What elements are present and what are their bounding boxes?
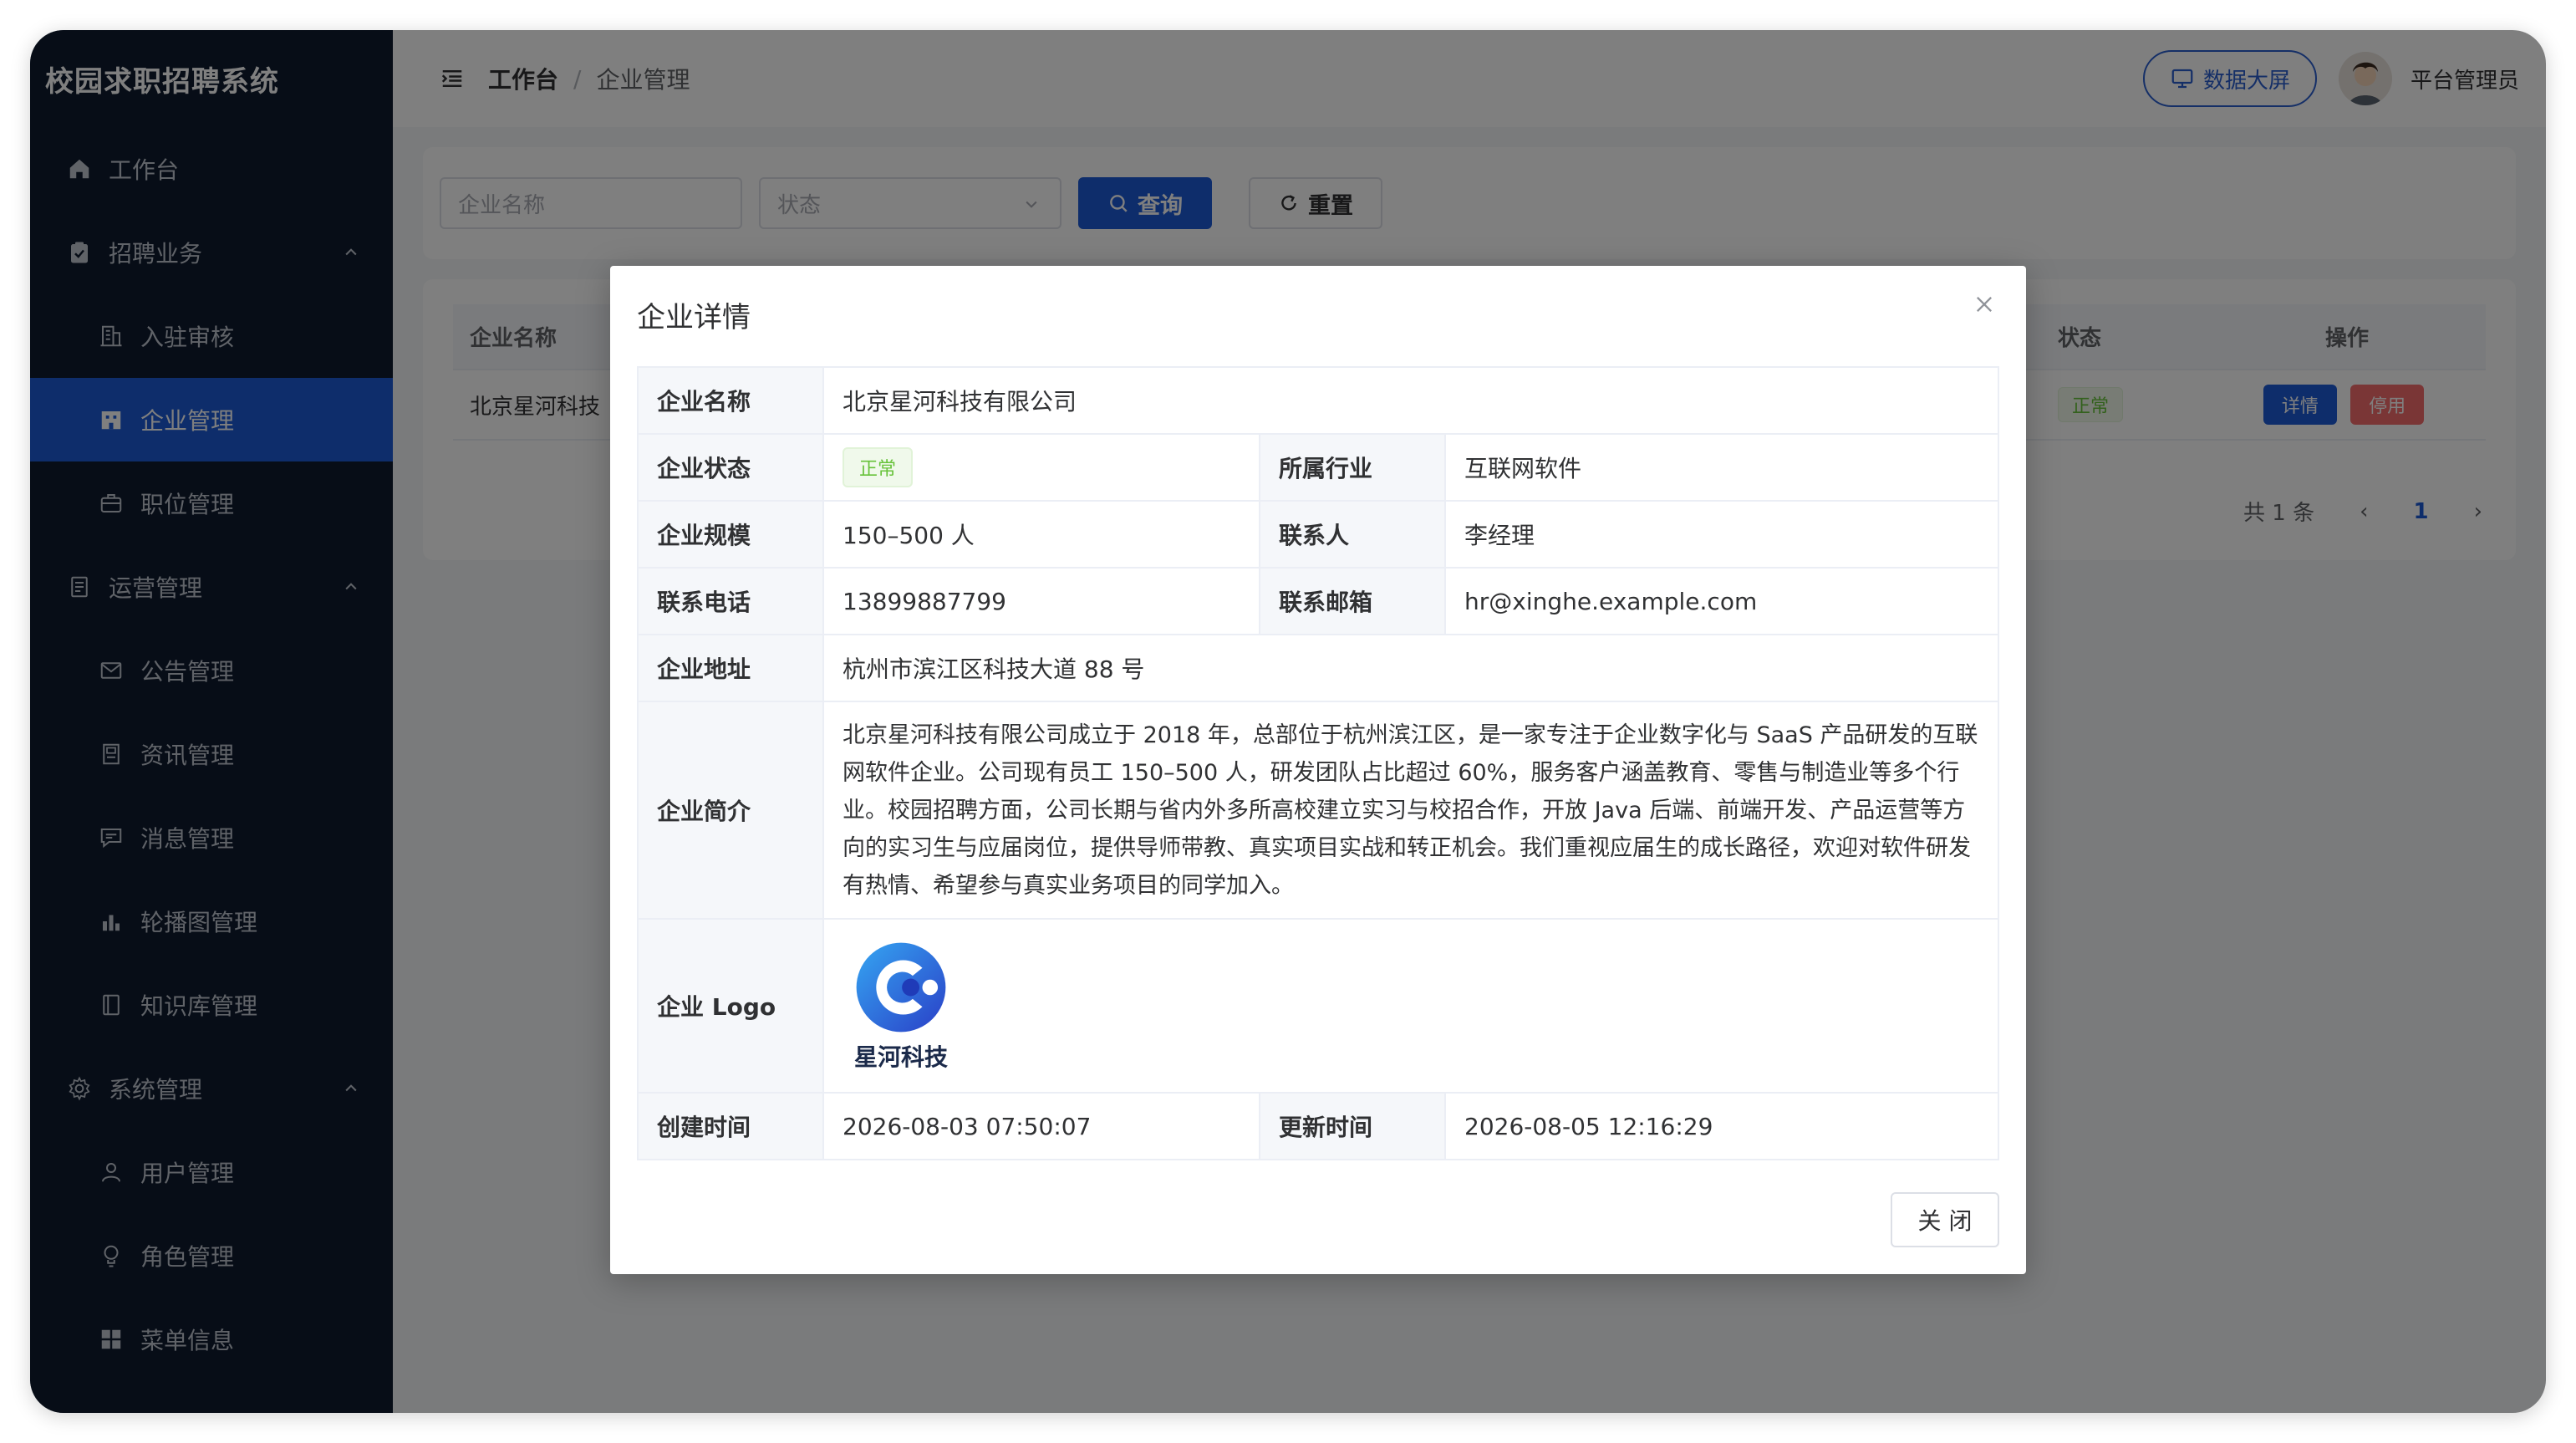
label-updated: 更新时间 (1259, 1092, 1446, 1160)
desc-row: 企业名称 北京星河科技有限公司 (637, 366, 1999, 435)
label-contact: 联系人 (1259, 500, 1446, 569)
company-logo-mark (856, 942, 946, 1033)
desc-row: 企业 Logo 星河科技 (637, 918, 1999, 1094)
label-address: 企业地址 (637, 634, 824, 702)
label-phone: 联系电话 (637, 567, 824, 635)
desc-row: 企业地址 杭州市滨江区科技大道 88 号 (637, 634, 1999, 702)
status-badge: 正常 (843, 447, 914, 487)
value-intro: 北京星河科技有限公司成立于 2018 年，总部位于杭州滨江区，是一家专注于企业数… (822, 701, 1999, 920)
label-name: 企业名称 (637, 366, 824, 435)
desc-row: 企业规模 150–500 人 联系人 李经理 (637, 500, 1999, 569)
value-logo: 星河科技 (822, 918, 1999, 1094)
label-industry: 所属行业 (1259, 433, 1446, 502)
label-email: 联系邮箱 (1259, 567, 1446, 635)
app-window: 校园求职招聘系统 工作台 招聘业务 入驻审核 企业管理 (30, 30, 2546, 1413)
close-button[interactable]: 关 闭 (1891, 1192, 1999, 1247)
logo-text: 星河科技 (853, 1043, 948, 1071)
value-industry: 互联网软件 (1444, 433, 1999, 502)
value-email: hr@xinghe.example.com (1444, 567, 1999, 635)
company-detail-dialog: 企业详情 企业名称 北京星河科技有限公司 企业状态 正常 所属行业 互联网软件 … (610, 266, 2026, 1274)
label-logo: 企业 Logo (637, 918, 824, 1094)
label-scale: 企业规模 (637, 500, 824, 569)
desc-row: 企业简介 北京星河科技有限公司成立于 2018 年，总部位于杭州滨江区，是一家专… (637, 701, 1999, 920)
close-icon[interactable] (1973, 293, 1996, 316)
company-logo: 星河科技 (843, 939, 960, 1073)
company-descriptions: 企业名称 北京星河科技有限公司 企业状态 正常 所属行业 互联网软件 企业规模 … (637, 366, 1999, 1160)
value-phone: 13899887799 (822, 567, 1260, 635)
desc-row: 企业状态 正常 所属行业 互联网软件 (637, 433, 1999, 502)
value-created: 2026-08-03 07:50:07 (822, 1092, 1260, 1160)
dialog-title: 企业详情 (637, 301, 751, 334)
value-scale: 150–500 人 (822, 500, 1260, 569)
desc-row: 创建时间 2026-08-03 07:50:07 更新时间 2026-08-05… (637, 1092, 1999, 1160)
desc-row: 联系电话 13899887799 联系邮箱 hr@xinghe.example.… (637, 567, 1999, 635)
value-status: 正常 (822, 433, 1260, 502)
label-intro: 企业简介 (637, 701, 824, 920)
label-created: 创建时间 (637, 1092, 824, 1160)
value-address: 杭州市滨江区科技大道 88 号 (822, 634, 1999, 702)
value-updated: 2026-08-05 12:16:29 (1444, 1092, 1999, 1160)
value-name: 北京星河科技有限公司 (822, 366, 1999, 435)
label-status: 企业状态 (637, 433, 824, 502)
value-contact: 李经理 (1444, 500, 1999, 569)
